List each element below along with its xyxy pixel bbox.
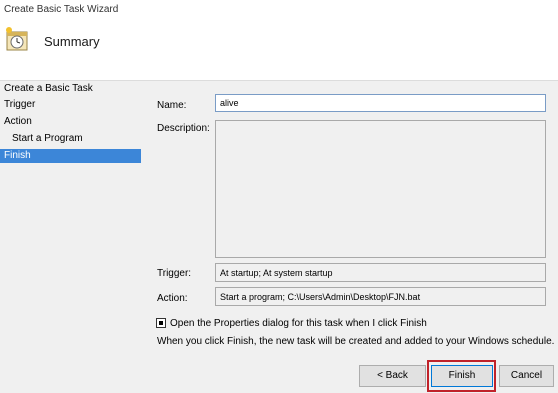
checkbox-checked-mark <box>159 321 163 325</box>
trigger-field-value: At startup; At system startup <box>220 268 333 278</box>
trigger-field: At startup; At system startup <box>215 263 546 282</box>
description-label: Description: <box>157 123 210 134</box>
action-field: Start a program; C:\Users\Admin\Desktop\… <box>215 287 546 306</box>
action-field-value: Start a program; C:\Users\Admin\Desktop\… <box>220 292 421 302</box>
nav-item-create-basic-task[interactable]: Create a Basic Task <box>0 82 141 96</box>
nav-item-trigger[interactable]: Trigger <box>0 98 141 112</box>
name-field-value: alive <box>220 98 239 108</box>
wizard-header: Summary <box>0 18 558 80</box>
open-properties-checkbox[interactable] <box>156 318 166 328</box>
open-properties-label[interactable]: Open the Properties dialog for this task… <box>170 318 427 329</box>
finish-button[interactable]: Finish <box>431 365 493 387</box>
action-label: Action: <box>157 293 188 304</box>
trigger-label: Trigger: <box>157 268 192 279</box>
nav-item-action[interactable]: Action <box>0 115 141 129</box>
task-scheduler-clock-icon <box>6 27 28 51</box>
back-button[interactable]: < Back <box>359 365 426 387</box>
page-title: Summary <box>44 34 100 49</box>
cancel-button[interactable]: Cancel <box>499 365 554 387</box>
nav-item-finish[interactable]: Finish <box>0 149 141 163</box>
description-field[interactable] <box>215 120 546 258</box>
finish-info-text: When you click Finish, the new task will… <box>157 336 555 347</box>
name-field[interactable]: alive <box>215 94 546 112</box>
nav-item-start-a-program[interactable]: Start a Program <box>0 132 141 146</box>
name-label: Name: <box>157 100 187 111</box>
window-title: Create Basic Task Wizard <box>4 4 119 15</box>
